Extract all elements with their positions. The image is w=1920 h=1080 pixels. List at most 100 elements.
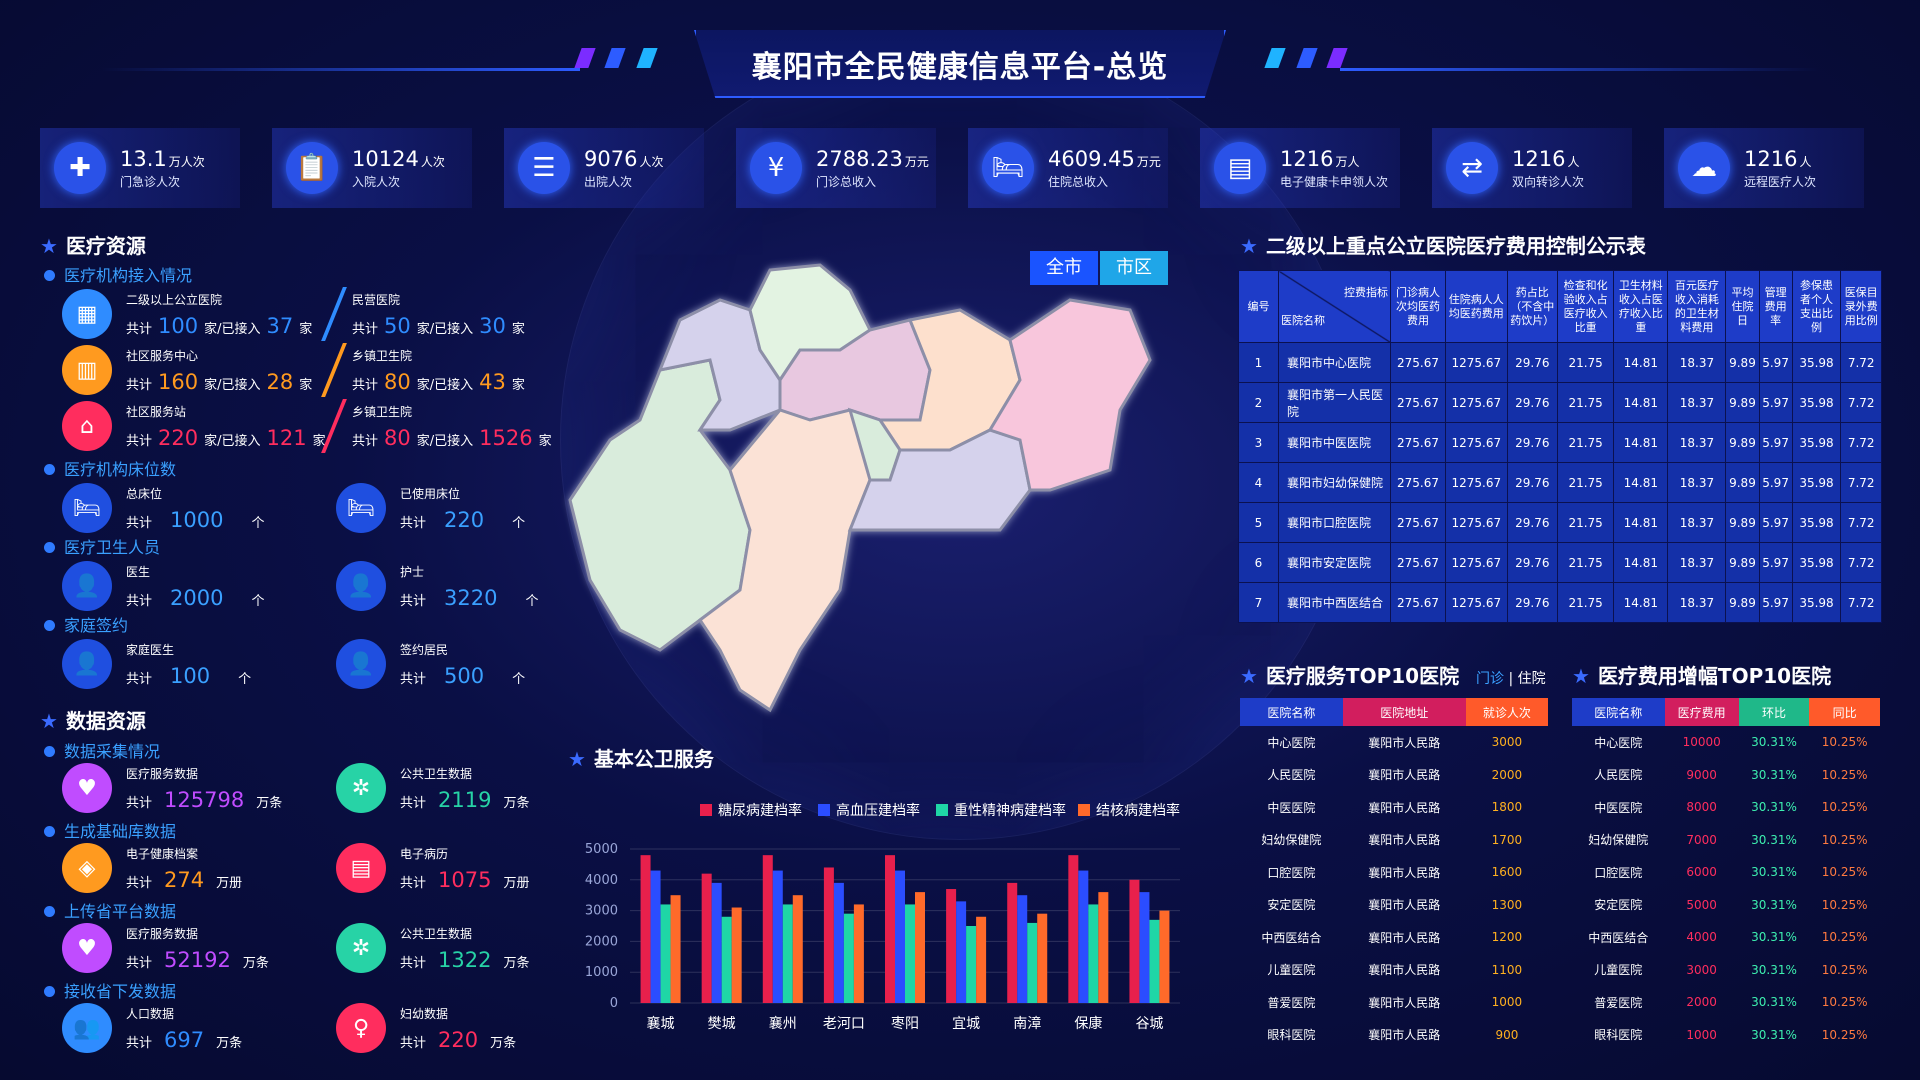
col-header: 药占比（不含中药饮片） <box>1506 270 1559 343</box>
table-row[interactable]: 中医医院 襄阳市人民路 1800 <box>1240 791 1548 824</box>
table-row[interactable]: 普爱医院 2000 30.31% 10.25% <box>1572 986 1880 1019</box>
kpi-card[interactable]: ☰ 9076 人次 出院人次 <box>504 128 704 208</box>
kpi-value: 1216 <box>1744 146 1798 171</box>
table-row[interactable]: 中西医结合 襄阳市人民路 1200 <box>1240 921 1548 954</box>
bed-icon: 🛏 <box>336 483 386 533</box>
table-row[interactable]: 中心医院 襄阳市人民路 3000 <box>1240 726 1548 759</box>
table-row[interactable]: 5 襄阳市口腔医院 275.67 1275.67 29.76 21.75 14.81 18.3… <box>1238 502 1882 543</box>
data-item[interactable]: ✲ 公共卫生数据 共计 1322 万条 <box>336 920 529 976</box>
cell: 10.25% <box>1821 865 1868 880</box>
kpi-card[interactable]: ✚ 13.1 万人次 门急诊人次 <box>40 128 240 208</box>
data-item[interactable]: ▤ 电子病历 共计 1075 万册 <box>336 840 529 896</box>
x-tick-label: 老河口 <box>823 1016 865 1032</box>
cell: 中西医结合 <box>1588 930 1649 945</box>
access-item[interactable]: 乡镇卫生院 共计 80 家/已接入 1526 家 <box>321 398 552 454</box>
kpi-card[interactable]: 📋 10124 人次 入院人次 <box>272 128 472 208</box>
table-row[interactable]: 3 襄阳市中医医院 275.67 1275.67 29.76 21.75 14.81 18.3… <box>1238 422 1882 463</box>
data-item[interactable]: ♥ 医疗服务数据 共计 125798 万条 <box>62 760 282 816</box>
table-row[interactable]: 人民医院 9000 30.31% 10.25% <box>1572 759 1880 792</box>
kpi-card[interactable]: ▤ 1216 万人 电子健康卡申领人次 <box>1200 128 1400 208</box>
access-item[interactable]: ▦ 二级以上公立医院 共计 100 家/已接入 37 家 <box>62 286 312 342</box>
staff-text: 护士 共计 3220 个 <box>400 563 538 610</box>
beds-item[interactable]: 🛏 总床位 共计 1000 个 <box>62 480 264 536</box>
kpi-value: 9076 <box>584 146 638 171</box>
access-item[interactable]: 乡镇卫生院 共计 80 家/已接入 43 家 <box>321 342 525 398</box>
data-item-line: 共计 52192 万条 <box>126 948 269 972</box>
cell: 人民医院 <box>1594 768 1643 783</box>
sign-item[interactable]: 👤 家庭医生 共计 100 个 <box>62 636 251 692</box>
nurse-icon: 👤 <box>336 561 386 611</box>
bar <box>792 895 803 1003</box>
table-row[interactable]: 4 襄阳市妇幼保健院 275.67 1275.67 29.76 21.75 14.81 18.… <box>1238 462 1882 503</box>
table-row[interactable]: 普爱医院 襄阳市人民路 1000 <box>1240 986 1548 1019</box>
row-value: 7.72 <box>1840 462 1882 503</box>
table-row[interactable]: 儿童医院 3000 30.31% 10.25% <box>1572 954 1880 987</box>
sign-item[interactable]: 👤 签约居民 共计 500 个 <box>336 636 525 692</box>
beds-item[interactable]: 🛏 已使用床位 共计 220 个 <box>336 480 525 536</box>
bar <box>1159 910 1170 1003</box>
table-row[interactable]: 眼科医院 襄阳市人民路 900 <box>1240 1019 1548 1052</box>
data-item[interactable]: ♀ 妇幼数据 共计 220 万条 <box>336 1000 516 1056</box>
kpi-card[interactable]: ☁ 1216 人远程医疗人次 <box>1664 128 1864 208</box>
map-toggle-all[interactable]: 全市 <box>1030 251 1098 285</box>
table-row[interactable]: 眼科医院 1000 30.31% 10.25% <box>1572 1019 1880 1052</box>
row-value: 9.89 <box>1725 342 1760 383</box>
access-item[interactable]: ⌂ 社区服务站 共计 220 家/已接入 121 家 <box>62 398 326 454</box>
table-row[interactable]: 6 襄阳市安定医院 275.67 1275.67 29.76 21.75 14.81 18.3… <box>1238 542 1882 583</box>
data-item[interactable]: 👥 人口数据 共计 697 万条 <box>62 1000 242 1056</box>
legend-item[interactable]: 高血压建档率 <box>818 800 920 820</box>
table-row[interactable]: 人民医院 襄阳市人民路 2000 <box>1240 759 1548 792</box>
section-medical-resources: ★ 医疗资源 <box>40 234 146 258</box>
table-row[interactable]: 妇幼保健院 襄阳市人民路 1700 <box>1240 824 1548 857</box>
kpi-card[interactable]: ⇄ 1216 人双向转诊人次 <box>1432 128 1632 208</box>
total-word: 共计 <box>400 515 427 531</box>
xiangyang-map[interactable] <box>550 230 1200 730</box>
table-row[interactable]: 中医医院 8000 30.31% 10.25% <box>1572 791 1880 824</box>
row-value: 5.97 <box>1758 582 1793 623</box>
unit-word: 家 <box>299 321 313 337</box>
table-row[interactable]: 中西医结合 4000 30.31% 10.25% <box>1572 921 1880 954</box>
access-item[interactable]: ▥ 社区服务中心 共计 160 家/已接入 28 家 <box>62 342 312 398</box>
bar <box>772 870 783 1003</box>
tab-outpatient[interactable]: 门诊 <box>1476 671 1504 687</box>
row-value: 29.76 <box>1506 542 1559 583</box>
staff-item[interactable]: 👤 医生 共计 2000 个 <box>62 558 264 614</box>
data-item[interactable]: ◈ 电子健康档案 共计 274 万册 <box>62 840 242 896</box>
data-item-line: 共计 697 万条 <box>126 1028 242 1052</box>
row-no: 1 <box>1238 342 1279 383</box>
table-row[interactable]: 中心医院 10000 30.31% 10.25% <box>1572 726 1880 759</box>
row-hospital: 襄阳市妇幼保健院 <box>1278 462 1391 503</box>
row-value: 35.98 <box>1791 502 1842 543</box>
table-row[interactable]: 安定医院 襄阳市人民路 1300 <box>1240 889 1548 922</box>
data-item[interactable]: ♥ 医疗服务数据 共计 52192 万条 <box>62 920 269 976</box>
legend-item[interactable]: 结核病建档率 <box>1078 800 1180 820</box>
table-row[interactable]: 口腔医院 襄阳市人民路 1600 <box>1240 856 1548 889</box>
total-word: 共计 <box>126 875 153 891</box>
table-row[interactable]: 7 襄阳市中西医结合 275.67 1275.67 29.76 21.75 14.81 18.… <box>1238 582 1882 623</box>
table-row[interactable]: 口腔医院 6000 30.31% 10.25% <box>1572 856 1880 889</box>
legend-item[interactable]: 糖尿病建档率 <box>700 800 802 820</box>
data-item-text: 医疗服务数据 共计 125798 万条 <box>126 765 282 812</box>
table-row[interactable]: 1 襄阳市中心医院 275.67 1275.67 29.76 21.75 14.81 18.3… <box>1238 342 1882 383</box>
table-row[interactable]: 安定医院 5000 30.31% 10.25% <box>1572 889 1880 922</box>
legend-item[interactable]: 重性精神病建档率 <box>936 800 1066 820</box>
access-item[interactable]: 民营医院 共计 50 家/已接入 30 家 <box>321 286 525 342</box>
access-name: 社区服务中心 <box>126 348 199 363</box>
data-item-value: 2119 <box>438 787 492 812</box>
table-row[interactable]: 儿童医院 襄阳市人民路 1100 <box>1240 954 1548 987</box>
table-row[interactable]: 2 襄阳市第一人民医院 275.67 1275.67 29.76 21.75 14.81 18… <box>1238 382 1882 423</box>
kpi-card[interactable]: ¥2788.23 万元 门诊总收入 <box>736 128 936 208</box>
tab-inpatient[interactable]: 住院 <box>1518 671 1546 687</box>
kpi-card[interactable]: 🛏 4609.45 万元 住院总收入 <box>968 128 1168 208</box>
staff-item[interactable]: 👤 护士 共计 3220 个 <box>336 558 538 614</box>
table-row[interactable]: 妇幼保健院 7000 30.31% 10.25% <box>1572 824 1880 857</box>
data-item[interactable]: ✲ 公共卫生数据 共计 2119 万条 <box>336 760 529 816</box>
row-value: 7.72 <box>1840 342 1882 383</box>
total-word: 共计 <box>126 433 153 449</box>
sub-beds: 医疗机构床位数 <box>44 456 176 480</box>
document-icon: ☰ <box>518 142 570 194</box>
total-word: 共计 <box>126 795 153 811</box>
bar <box>966 926 977 1003</box>
map-toggle-city[interactable]: 市区 <box>1100 251 1168 285</box>
row-value: 18.37 <box>1667 582 1727 623</box>
